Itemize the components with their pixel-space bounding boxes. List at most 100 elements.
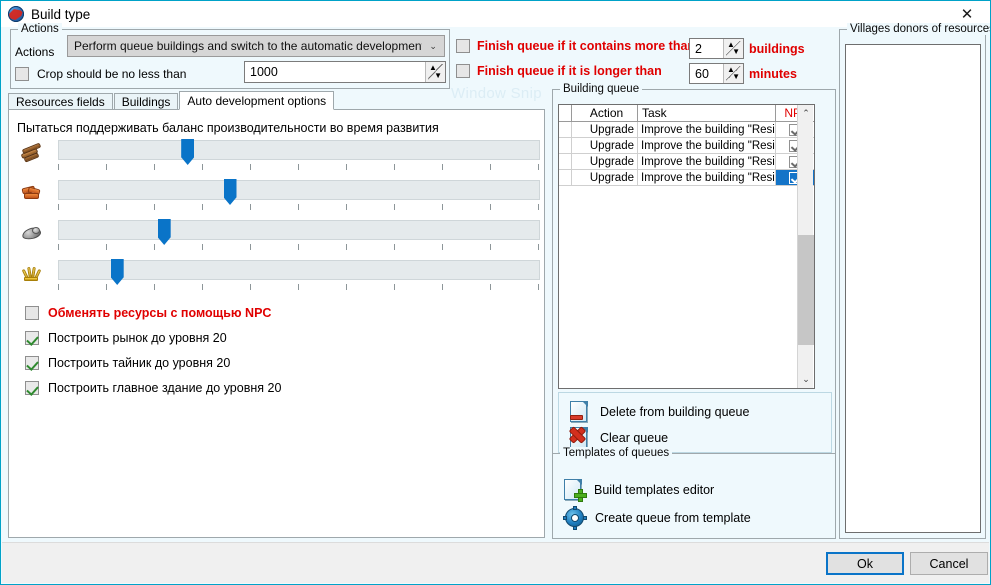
table-row[interactable]: UpgradeImprove the building "Residenc: [559, 122, 814, 138]
auto-dev-option-3[interactable]: Построить главное здание до уровня 20: [25, 381, 281, 395]
auto-dev-option-0[interactable]: Обменять ресурсы с помощью NPC: [25, 306, 271, 320]
finish-queue-time-checkbox[interactable]: [456, 64, 470, 78]
spinner-down-icon[interactable]: ▼: [732, 73, 740, 81]
scroll-down-icon[interactable]: ⌄: [798, 371, 814, 388]
row-select-cell[interactable]: [559, 122, 572, 137]
tab-auto-development-options[interactable]: Auto development options: [179, 91, 335, 110]
clay-icon: [20, 182, 44, 202]
row-select-cell[interactable]: [559, 170, 572, 185]
tab-label: Auto development options: [187, 93, 327, 108]
slider-ticks-wood: [58, 164, 540, 172]
finish-queue-time-spinner[interactable]: 60 ▲ ▼: [689, 63, 744, 84]
slider-thumb-crop[interactable]: [110, 259, 124, 285]
auto-dev-option-checkbox-3[interactable]: [25, 381, 39, 395]
row-select-cell[interactable]: [559, 154, 572, 169]
iron-icon: [20, 222, 44, 242]
table-row[interactable]: UpgradeImprove the building "Residenc: [559, 138, 814, 154]
file-add-icon: [563, 478, 587, 502]
slider-ticks-crop: [58, 284, 540, 292]
table-row[interactable]: UpgradeImprove the building "Residenc: [559, 154, 814, 170]
tab-buildings[interactable]: Buildings: [113, 93, 179, 110]
villages-donors-title: Villages donors of resources: [847, 23, 990, 35]
slider-row-clay[interactable]: [18, 178, 540, 218]
ok-button[interactable]: Ok: [826, 552, 904, 575]
slider-track-clay[interactable]: [58, 179, 540, 205]
title-bar: Build type ✕: [1, 1, 990, 27]
delete-from-queue-label: Delete from building queue: [600, 405, 750, 419]
build-type-dialog: Build type ✕ Window Snip Actions Actions…: [0, 0, 991, 585]
tab-label: Buildings: [121, 95, 171, 109]
crop-minimum-row[interactable]: Crop should be no less than: [15, 67, 186, 81]
actions-group-title: Actions: [18, 23, 62, 35]
header-task[interactable]: Task: [638, 105, 776, 121]
auto-dev-option-2[interactable]: Построить тайник до уровня 20: [25, 356, 230, 370]
auto-dev-option-checkbox-1[interactable]: [25, 331, 39, 345]
templates-group: Templates of queues Build templates edit…: [552, 447, 836, 539]
slider-row-iron[interactable]: [18, 218, 540, 258]
create-queue-from-template-button[interactable]: Create queue from template: [563, 506, 751, 530]
finish-queue-buildings-spinner[interactable]: 2 ▲ ▼: [689, 38, 744, 59]
row-action-cell: Upgrade: [572, 170, 638, 185]
finish-time-spinner-buttons[interactable]: ▲ ▼: [723, 64, 743, 83]
building-queue-group: Building queue Action Task NPC UpgradeIm…: [552, 83, 836, 457]
slider-ticks-clay: [58, 204, 540, 212]
finish-queue-buildings-checkbox[interactable]: [456, 39, 470, 53]
balance-caption: Пытаться поддерживать баланс производите…: [17, 121, 439, 135]
wood-icon: [20, 142, 44, 163]
slider-thumb-wood[interactable]: [181, 139, 195, 165]
slider-track-iron[interactable]: [58, 219, 540, 245]
slider-ticks-iron: [58, 244, 540, 252]
slider-row-crop[interactable]: [18, 258, 540, 298]
crop-minimum-value[interactable]: 1000: [245, 65, 425, 79]
row-action-cell: Upgrade: [572, 138, 638, 153]
auto-dev-option-checkbox-2[interactable]: [25, 356, 39, 370]
building-queue-table[interactable]: Action Task NPC UpgradeImprove the build…: [558, 104, 815, 389]
table-row[interactable]: UpgradeImprove the building "Residenc: [559, 170, 814, 186]
cancel-button[interactable]: Cancel: [910, 552, 988, 575]
spinner-down-icon[interactable]: ▼: [434, 72, 442, 80]
action-type-combobox[interactable]: Perform queue buildings and switch to th…: [67, 35, 445, 57]
row-task-cell: Improve the building "Residenc: [638, 138, 776, 153]
crop-minimum-checkbox[interactable]: [15, 67, 29, 81]
scrollbar-thumb[interactable]: [798, 235, 814, 345]
tab-resources-fields[interactable]: Resources fields: [8, 93, 113, 110]
row-task-cell: Improve the building "Residenc: [638, 154, 776, 169]
crop-minimum-spinner[interactable]: 1000 ▲ ▼: [244, 61, 446, 83]
header-action[interactable]: Action: [572, 105, 638, 121]
auto-dev-option-label-0: Обменять ресурсы с помощью NPC: [48, 306, 272, 320]
queue-actions-panel: Delete from building queue Clear queue: [558, 392, 832, 453]
header-select: [559, 105, 572, 121]
dialog-footer: Ok Cancel: [2, 542, 989, 583]
finish-queue-buildings-row[interactable]: Finish queue if it contains more than: [456, 39, 695, 53]
spinner-down-icon[interactable]: ▼: [732, 48, 740, 56]
row-task-cell: Improve the building "Residenc: [638, 122, 776, 137]
crop-icon: [20, 262, 44, 282]
finish-queue-time-value[interactable]: 60: [690, 67, 723, 81]
auto-dev-option-1[interactable]: Построить рынок до уровня 20: [25, 331, 227, 345]
villages-donors-list[interactable]: [845, 44, 981, 533]
table-header-row: Action Task NPC: [559, 105, 814, 122]
row-select-cell[interactable]: [559, 138, 572, 153]
queue-scrollbar[interactable]: ⌃ ⌄: [797, 105, 814, 388]
villages-donors-group: Villages donors of resources: [839, 23, 990, 539]
slider-track-crop[interactable]: [58, 259, 540, 285]
slider-row-wood[interactable]: [18, 138, 540, 178]
finish-queue-time-row[interactable]: Finish queue if it is longer than: [456, 64, 662, 78]
create-queue-from-template-label: Create queue from template: [595, 511, 751, 525]
finish-queue-buildings-value[interactable]: 2: [690, 42, 723, 56]
finish-queue-buildings-unit: buildings: [749, 42, 805, 56]
finish-buildings-spinner-buttons[interactable]: ▲ ▼: [723, 39, 743, 58]
scroll-up-icon[interactable]: ⌃: [798, 105, 814, 122]
crop-spinner-buttons[interactable]: ▲ ▼: [425, 62, 445, 82]
crop-minimum-label: Crop should be no less than: [37, 67, 187, 81]
delete-from-queue-button[interactable]: Delete from building queue: [569, 400, 749, 424]
chevron-down-icon[interactable]: ⌄: [422, 36, 444, 56]
auto-dev-option-checkbox-0[interactable]: [25, 306, 39, 320]
slider-thumb-clay[interactable]: [223, 179, 237, 205]
slider-thumb-iron[interactable]: [157, 219, 171, 245]
build-templates-editor-button[interactable]: Build templates editor: [563, 478, 714, 502]
action-type-value: Perform queue buildings and switch to th…: [74, 39, 423, 53]
gear-icon: [563, 506, 587, 530]
file-delete-icon: [569, 400, 591, 424]
slider-track-wood[interactable]: [58, 139, 540, 165]
